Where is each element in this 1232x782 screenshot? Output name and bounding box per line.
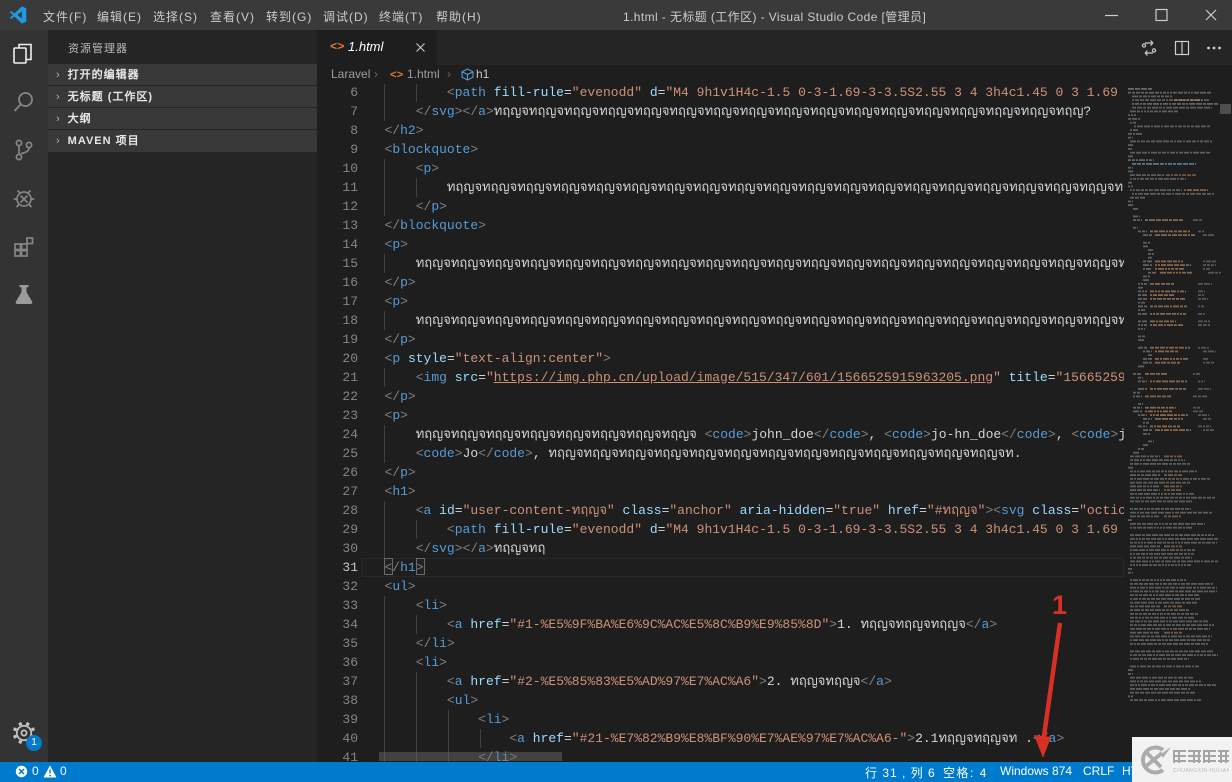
svg-text:CHUANGXIN HULIAN: CHUANGXIN HULIAN bbox=[1173, 768, 1229, 774]
svg-text:1: 1 bbox=[1052, 590, 1067, 620]
